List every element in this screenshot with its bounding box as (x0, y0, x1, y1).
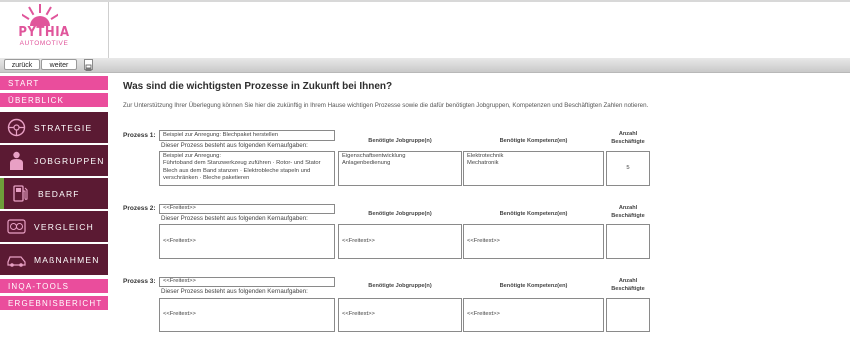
column-header-competencies: Benötigte Kompetenz(en) (499, 211, 568, 217)
process-1-tasks-field[interactable]: Beispiel zur Anregung: Führtoband dem St… (159, 151, 335, 186)
logo-name: PYTHIA (18, 25, 70, 40)
print-icon[interactable] (84, 59, 93, 71)
sidebar-item-label: JOBGRUPPEN (34, 155, 105, 166)
column-header-competencies: Benötigte Kompetenz(en) (499, 283, 568, 289)
back-button[interactable]: zurück (4, 59, 40, 70)
sun-logo-icon (22, 4, 58, 26)
count-header-line-1: Anzahl (618, 131, 638, 137)
sidebar-item-label: ERGEBNISBERICHT (8, 298, 103, 308)
field-text: Eigenschaftsentwicklung Anlagenbedienung (342, 153, 406, 167)
column-header-count: Anzahl Beschäftigte (606, 131, 650, 146)
field-text: Beispiel zur Anregung: Blechpaket herste… (163, 131, 279, 138)
car-icon (7, 256, 26, 267)
count-header-line-2: Beschäftigte (611, 285, 645, 292)
process-2-tasks-field[interactable]: <<Freitext>> (159, 224, 335, 259)
field-text: <<Freitext>> (467, 311, 500, 318)
sidebar-item-inqa-tools[interactable]: INQA-TOOLS (0, 279, 108, 293)
process-3-label: Prozess 3: (123, 278, 156, 285)
process-2-count-field[interactable] (606, 224, 650, 259)
column-header-jobgroups: Benötigte Jobgruppe(n) (368, 138, 432, 144)
field-text: <<Freitext>> (342, 311, 375, 318)
process-2-label: Prozess 2: (123, 205, 156, 212)
process-2-jobgroups-field[interactable]: <<Freitext>> (338, 224, 462, 259)
field-text: 5 (626, 164, 630, 171)
core-tasks-label: Dieser Prozess besteht aus folgenden Ker… (161, 142, 308, 149)
intro-text: Zur Unterstützung Ihrer Überlegung könne… (123, 102, 649, 109)
sidebar-item-label: ÜBERBLICK (8, 95, 65, 105)
field-text: <<Freitext>> (467, 237, 500, 244)
count-header-line-1: Anzahl (618, 278, 638, 284)
process-3-jobgroups-field[interactable]: <<Freitext>> (338, 298, 462, 332)
header-area (109, 2, 850, 58)
field-text: <<Freitext>> (163, 311, 196, 318)
navigation-bar (0, 58, 850, 73)
sidebar-item-label: MAßNAHMEN (34, 254, 100, 265)
process-3-competencies-field[interactable]: <<Freitext>> (463, 298, 604, 332)
page-title: Was sind die wichtigsten Prozesse in Zuk… (123, 81, 393, 92)
worker-icon (10, 151, 23, 170)
column-header-competencies: Benötigte Kompetenz(en) (499, 138, 568, 144)
sidebar-item-label: START (8, 78, 40, 88)
logo-subtitle: AUTOMOTIVE (19, 40, 69, 47)
sidebar-item-strategy[interactable]: STRATEGIE (0, 112, 108, 143)
process-1-jobgroups-field[interactable]: Eigenschaftsentwicklung Anlagenbedienung (338, 151, 462, 186)
sidebar-item-demand[interactable]: BEDARF (0, 178, 108, 209)
sidebar-item-jobgroups[interactable]: JOBGRUPPEN (0, 145, 108, 176)
main-content: Was sind die wichtigsten Prozesse in Zuk… (109, 73, 850, 339)
column-header-count: Anzahl Beschäftigte (606, 278, 650, 293)
process-2-competencies-field[interactable]: <<Freitext>> (463, 224, 604, 259)
logo: PYTHIA AUTOMOTIVE (0, 2, 108, 58)
process-1-label: Prozess 1: (123, 132, 156, 139)
sidebar-item-measures[interactable]: MAßNAHMEN (0, 244, 108, 275)
process-1-count-field[interactable]: 5 (606, 151, 650, 186)
sidebar-item-label: STRATEGIE (34, 122, 93, 133)
sidebar-item-comparison[interactable]: VERGLEICH (0, 211, 108, 242)
sidebar-item-overview[interactable]: ÜBERBLICK (0, 93, 108, 107)
sidebar-item-label: BEDARF (38, 188, 80, 199)
field-text: Elektrotechnik Mechatronik (467, 153, 504, 167)
forward-button[interactable]: weiter (41, 59, 77, 70)
process-1-name-field[interactable]: Beispiel zur Anregung: Blechpaket herste… (159, 130, 335, 141)
process-3-tasks-field[interactable]: <<Freitext>> (159, 298, 335, 332)
process-3-name-field[interactable]: <<Freitext>> (159, 277, 335, 287)
fuel-pump-icon (13, 185, 28, 202)
field-text: Beispiel zur Anregung: Führtoband dem St… (163, 153, 321, 182)
sidebar-item-start[interactable]: START (0, 76, 108, 90)
sidebar-item-label: INQA-TOOLS (8, 281, 70, 291)
field-text: <<Freitext>> (342, 237, 375, 244)
core-tasks-label: Dieser Prozess besteht aus folgenden Ker… (161, 288, 308, 295)
count-header-line-2: Beschäftigte (611, 138, 645, 145)
field-text: <<Freitext>> (163, 237, 196, 244)
steering-wheel-icon (7, 118, 26, 137)
sidebar-item-report[interactable]: ERGEBNISBERICHT (0, 296, 108, 310)
field-text: <<Freitext>> (163, 205, 196, 212)
count-header-line-1: Anzahl (618, 205, 638, 211)
process-1-competencies-field[interactable]: Elektrotechnik Mechatronik (463, 151, 604, 186)
count-header-line-2: Beschäftigte (611, 212, 645, 219)
column-header-jobgroups: Benötigte Jobgruppe(n) (368, 211, 432, 217)
process-3-count-field[interactable] (606, 298, 650, 332)
sidebar-item-label: VERGLEICH (34, 221, 94, 232)
dashboard-icon (7, 219, 26, 234)
core-tasks-label: Dieser Prozess besteht aus folgenden Ker… (161, 215, 308, 222)
process-2-name-field[interactable]: <<Freitext>> (159, 204, 335, 214)
field-text: <<Freitext>> (163, 278, 196, 285)
column-header-jobgroups: Benötigte Jobgruppe(n) (368, 283, 432, 289)
column-header-count: Anzahl Beschäftigte (606, 205, 650, 220)
sidebar: START ÜBERBLICK STRATEGIE JOBGRUPPEN BED… (0, 73, 108, 339)
